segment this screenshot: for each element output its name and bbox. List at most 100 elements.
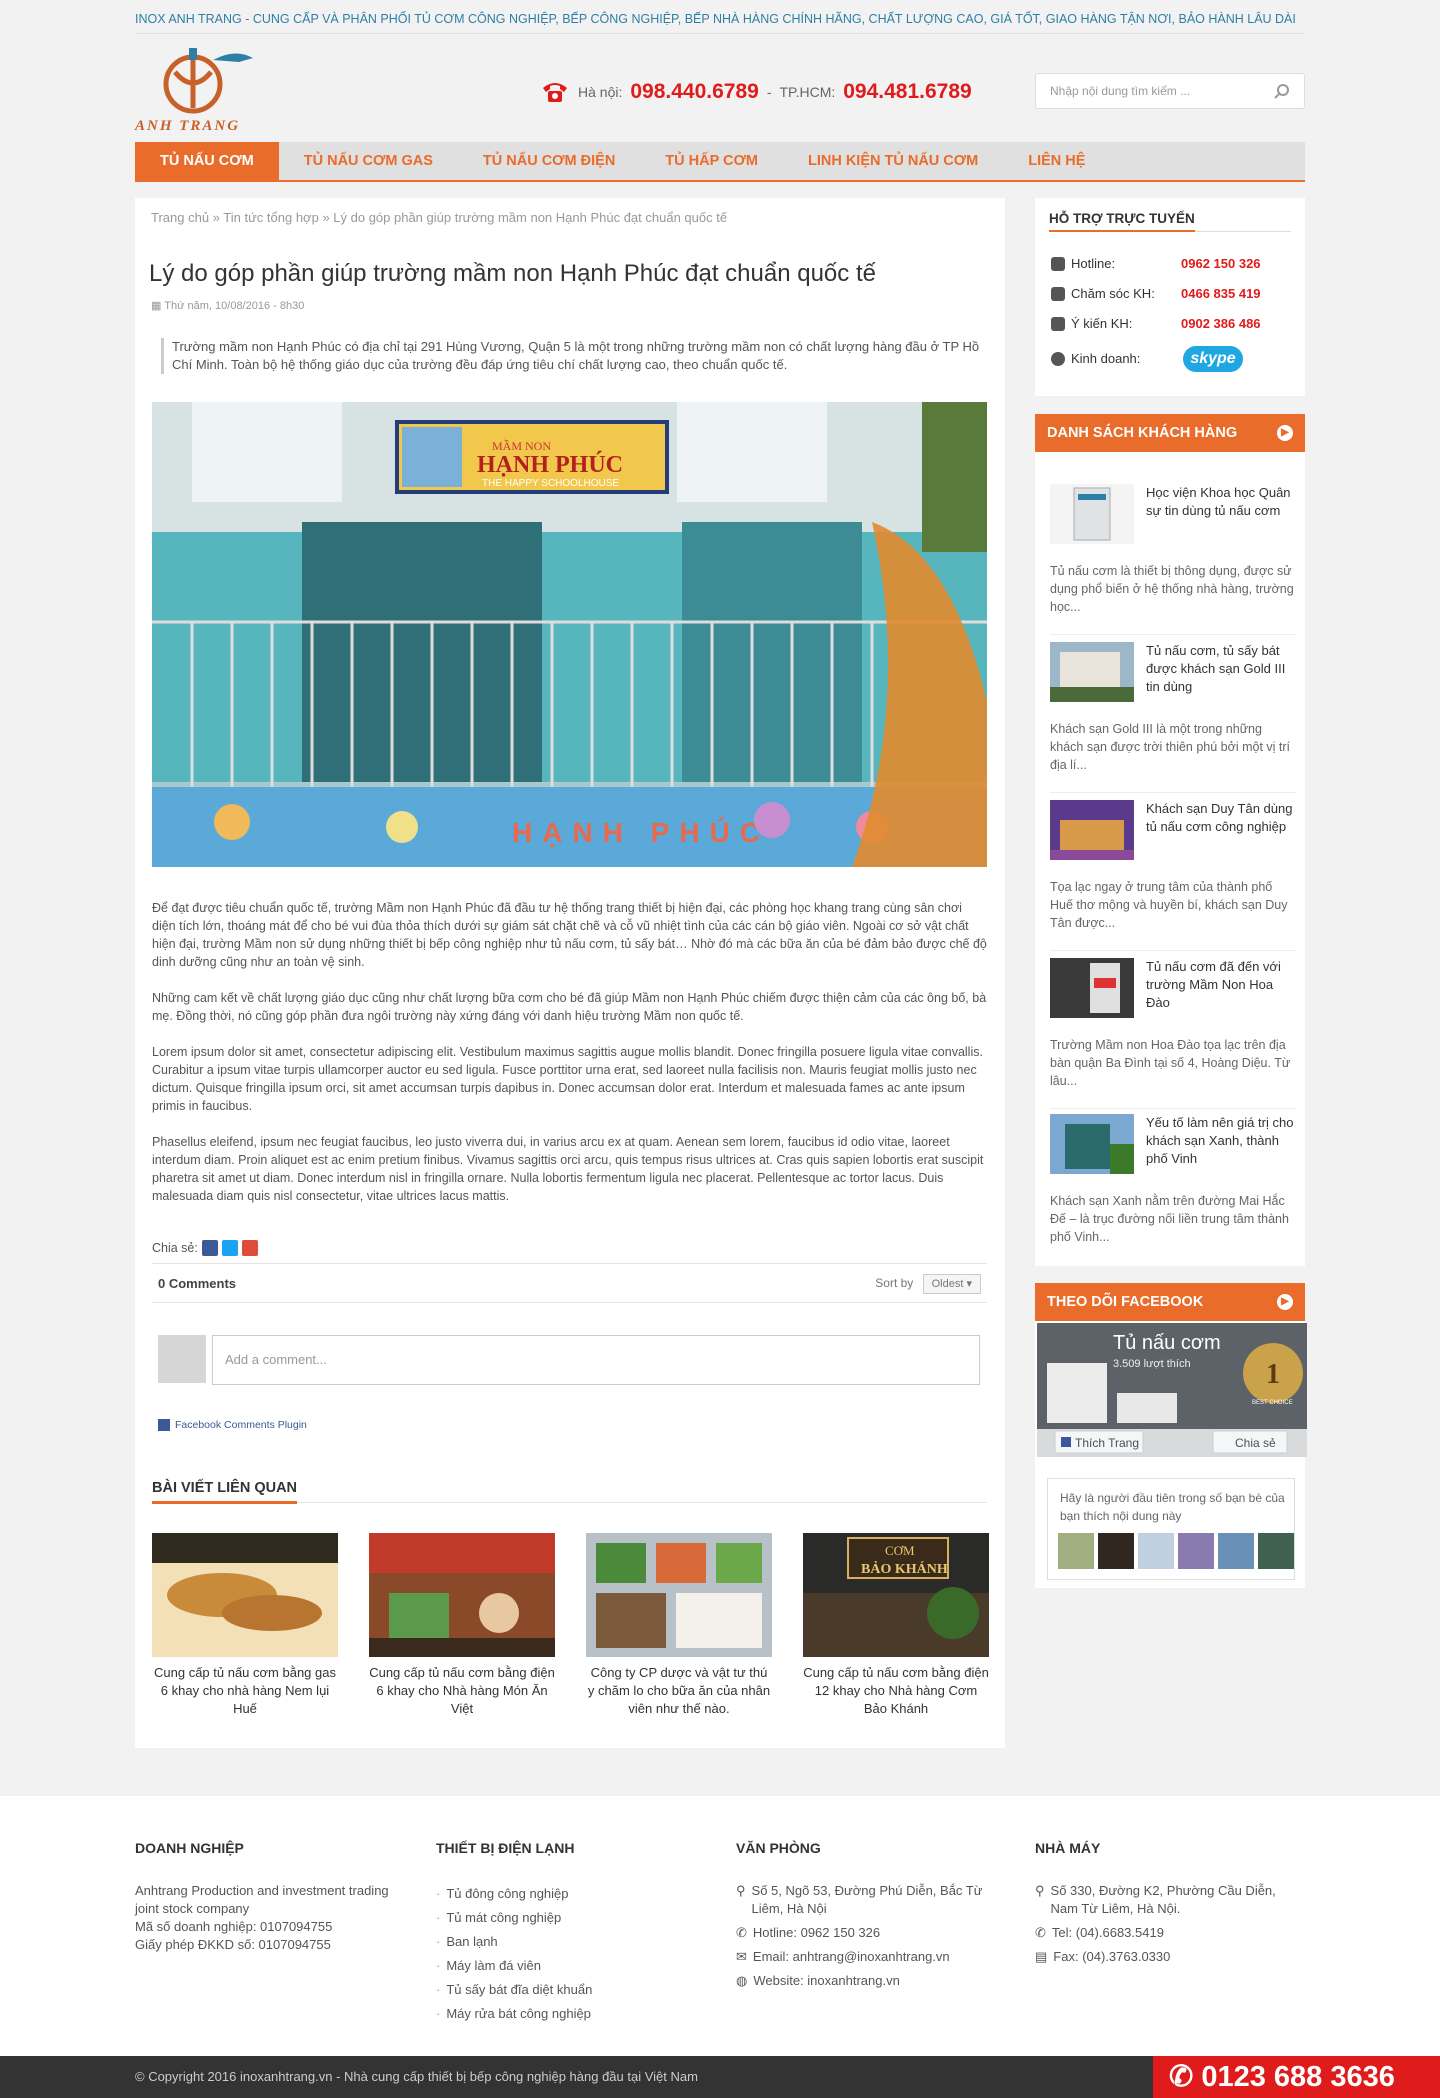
related-caption[interactable]: Cung cấp tủ nấu cơm bằng gas 6 khay cho … [152,1664,338,1718]
customer-thumbnail[interactable] [1050,800,1134,860]
footer-link[interactable]: Ban lạnh [436,1930,696,1954]
twitter-share-icon[interactable] [221,1240,238,1256]
related-thumbnail[interactable] [586,1533,772,1657]
factory-address: Số 330, Đường K2, Phường Cầu Diễn, Nam T… [1050,1883,1276,1916]
hanoi-number[interactable]: 098.440.6789 [630,80,758,104]
customer-name[interactable]: Học viện Khoa học Quân sự tin dùng tủ nấ… [1146,484,1296,520]
bottom-hotline-button[interactable]: ✆ 0123 688 3636 [1153,2056,1440,2098]
header-hotline: Hà nội: 098.440.6789 - TP.HCM: 094.481.6… [540,78,972,106]
sign-sub-text: THE HAPPY SCHOOLHOUSE [482,478,619,489]
related-caption[interactable]: Công ty CP dược và vật tư thú y chăm lo … [586,1664,772,1718]
facebook-page-name[interactable]: Tủ nấu cơm [1113,1332,1221,1354]
article-paragraph: Những cam kết về chất lượng giáo dục cũn… [152,991,987,1023]
bottom-hotline-number[interactable]: 0123 688 3636 [1201,2061,1395,2093]
google-plus-share-icon[interactable] [241,1240,258,1256]
facebook-share-icon[interactable] [201,1240,218,1256]
related-caption[interactable]: Cung cấp tủ nấu cơm bằng điện 6 khay cho… [369,1664,555,1718]
support-value[interactable]: 0962 150 326 [1181,256,1261,271]
facebook-comments-plugin[interactable]: Facebook Comments Plugin [158,1419,307,1431]
customer-desc: Khách sạn Xanh nằm trên đường Mai Hắc Đế… [1050,1194,1289,1244]
facebook-likes: 3.509 lượt thích [1113,1358,1191,1370]
article-paragraph: Để đạt được tiêu chuẩn quốc tế, trường M… [152,901,987,969]
support-label: Kinh doanh: [1071,351,1141,366]
nav-item-linh-kien[interactable]: LINH KIỆN TỦ NẤU CƠM [783,142,1003,180]
related-item[interactable]: Công ty CP dược và vật tư thú y chăm lo … [586,1533,772,1718]
avatar[interactable] [1258,1533,1294,1569]
like-page-button[interactable]: Thích Trang [1075,1436,1139,1450]
avatar[interactable] [1098,1533,1134,1569]
skype-button[interactable]: skype [1183,346,1243,372]
footer-link[interactable]: Tủ sấy bát đĩa diệt khuẩn [436,1978,696,2002]
office-website[interactable]: Website: inoxanhtrang.vn [753,1972,899,1990]
company-tax-code: Mã số doanh nghiệp: 0107094755 [135,1919,333,1934]
office-email[interactable]: Email: anhtrang@inoxanhtrang.vn [753,1948,950,1966]
search-icon[interactable] [1274,83,1290,99]
map-pin-icon: ⚲ [1035,1883,1045,1898]
phone-icon [1051,286,1065,301]
share-page-button[interactable]: Chia sẻ [1235,1436,1276,1450]
footer-link[interactable]: Tủ đông công nghiệp [436,1882,696,1906]
arrow-right-icon[interactable]: ▶ [1277,425,1293,441]
footer-link[interactable]: Tủ mát công nghiệp [436,1906,696,1930]
phone-icon: ✆ [1169,2061,1202,2093]
search-input[interactable]: Nhập nội dung tìm kiếm ... [1035,73,1305,109]
comment-input[interactable]: Add a comment... [212,1335,980,1385]
site-footer: DOANH NGHIỆP Anhtrang Production and inv… [0,1796,1440,2056]
nav-item-tu-nau-com-dien[interactable]: TỦ NẤU CƠM ĐIỆN [458,142,640,180]
customer-thumbnail[interactable] [1050,642,1134,702]
related-caption[interactable]: Cung cấp tủ nấu cơm bằng điện 12 khay ch… [803,1664,989,1718]
footer-col-factory: NHÀ MÁY ⚲ Số 330, Đường K2, Phường Cầu Di… [1035,1840,1305,1966]
main-nav: TỦ NẤU CƠM TỦ NẤU CƠM GAS TỦ NẤU CƠM ĐIỆ… [135,142,1305,182]
nav-item-tu-hap-com[interactable]: TỦ HẤP CƠM [640,142,783,180]
facebook-heading-text: THEO DÕI FACEBOOK [1047,1294,1204,1310]
related-item[interactable]: Cung cấp tủ nấu cơm bằng điện 6 khay cho… [369,1533,555,1718]
factory-tel[interactable]: Tel: (04).6683.5419 [1052,1924,1164,1942]
related-item[interactable]: Cung cấp tủ nấu cơm bằng gas 6 khay cho … [152,1533,338,1718]
related-item[interactable]: CƠM BẢO KHÁNH Cung cấp tủ nấu cơm bằng đi… [803,1533,989,1718]
footer-link[interactable]: Máy rửa bát công nghiệp [436,2002,696,2026]
sort-dropdown[interactable]: Oldest ▾ [922,1274,981,1294]
breadcrumb-home[interactable]: Trang chủ [151,210,209,225]
customer-thumbnail[interactable] [1050,1114,1134,1174]
article-photo: MẦM NON HẠNH PHÚC THE HAPPY SCHOOLHOUSE … [152,402,987,867]
customer-name[interactable]: Khách sạn Duy Tân dùng tủ nấu cơm công n… [1146,800,1296,836]
related-heading-text: BÀI VIẾT LIÊN QUAN [152,1480,298,1504]
support-value[interactable]: 0466 835 419 [1181,286,1261,301]
phone-icon [1051,256,1065,271]
nav-item-lien-he[interactable]: LIÊN HỆ [1003,142,1110,180]
nav-item-tu-nau-com-gas[interactable]: TỦ NẤU CƠM GAS [279,142,458,180]
avatar[interactable] [1178,1533,1214,1569]
breadcrumb-current: Lý do góp phần giúp trường mầm non Hạnh … [333,210,728,225]
facebook-page-widget[interactable]: 1 BEST CHOICE Tủ nấu cơm 3.509 lượt thíc… [1037,1323,1307,1457]
customer-name[interactable]: Yếu tố làm nên giá trị cho khách sạn Xan… [1146,1114,1296,1168]
breadcrumb-category[interactable]: Tin tức tổng hợp [223,210,319,225]
arrow-right-icon[interactable]: ▶ [1277,1294,1293,1310]
customer-desc: Tủ nấu cơm là thiết bị thông dụng, được … [1050,564,1294,614]
user-icon [1051,351,1065,366]
comment-composer: Add a comment... [158,1335,980,1385]
hcm-label: TP.HCM: [779,84,836,100]
facebook-icon [158,1419,170,1431]
avatar[interactable] [1138,1533,1174,1569]
office-hotline[interactable]: Hotline: 0962 150 326 [753,1924,880,1942]
footer-link[interactable]: Máy làm đá viên [436,1954,696,1978]
avatar[interactable] [1058,1533,1094,1569]
globe-icon: ◍ [736,1973,748,1988]
site-logo[interactable]: ANH TRANG [135,48,260,134]
mural-text: HẠNH PHÚC [512,817,770,848]
facebook-heading: THEO DÕI FACEBOOK ▶ [1035,1283,1305,1321]
customer-name[interactable]: Tủ nấu cơm đã đến với trường Mầm Non Hoa… [1146,958,1296,1012]
avatar[interactable] [1218,1533,1254,1569]
customer-thumbnail[interactable] [1050,958,1134,1018]
footer-col-company: DOANH NGHIỆP Anhtrang Production and inv… [135,1840,395,1954]
footer-heading: THIẾT BỊ ĐIỆN LẠNH [436,1840,575,1856]
customer-name[interactable]: Tủ nấu cơm, tủ sấy bát được khách sạn Go… [1146,642,1296,696]
related-thumbnail[interactable] [152,1533,338,1657]
related-thumbnail[interactable]: CƠM BẢO KHÁNH [803,1533,989,1657]
email-icon: ✉ [736,1949,747,1964]
customer-thumbnail[interactable] [1050,484,1134,544]
hcm-number[interactable]: 094.481.6789 [843,80,971,104]
nav-item-tu-nau-com[interactable]: TỦ NẤU CƠM [135,142,279,180]
support-value[interactable]: 0902 386 486 [1181,316,1261,331]
related-thumbnail[interactable] [369,1533,555,1657]
